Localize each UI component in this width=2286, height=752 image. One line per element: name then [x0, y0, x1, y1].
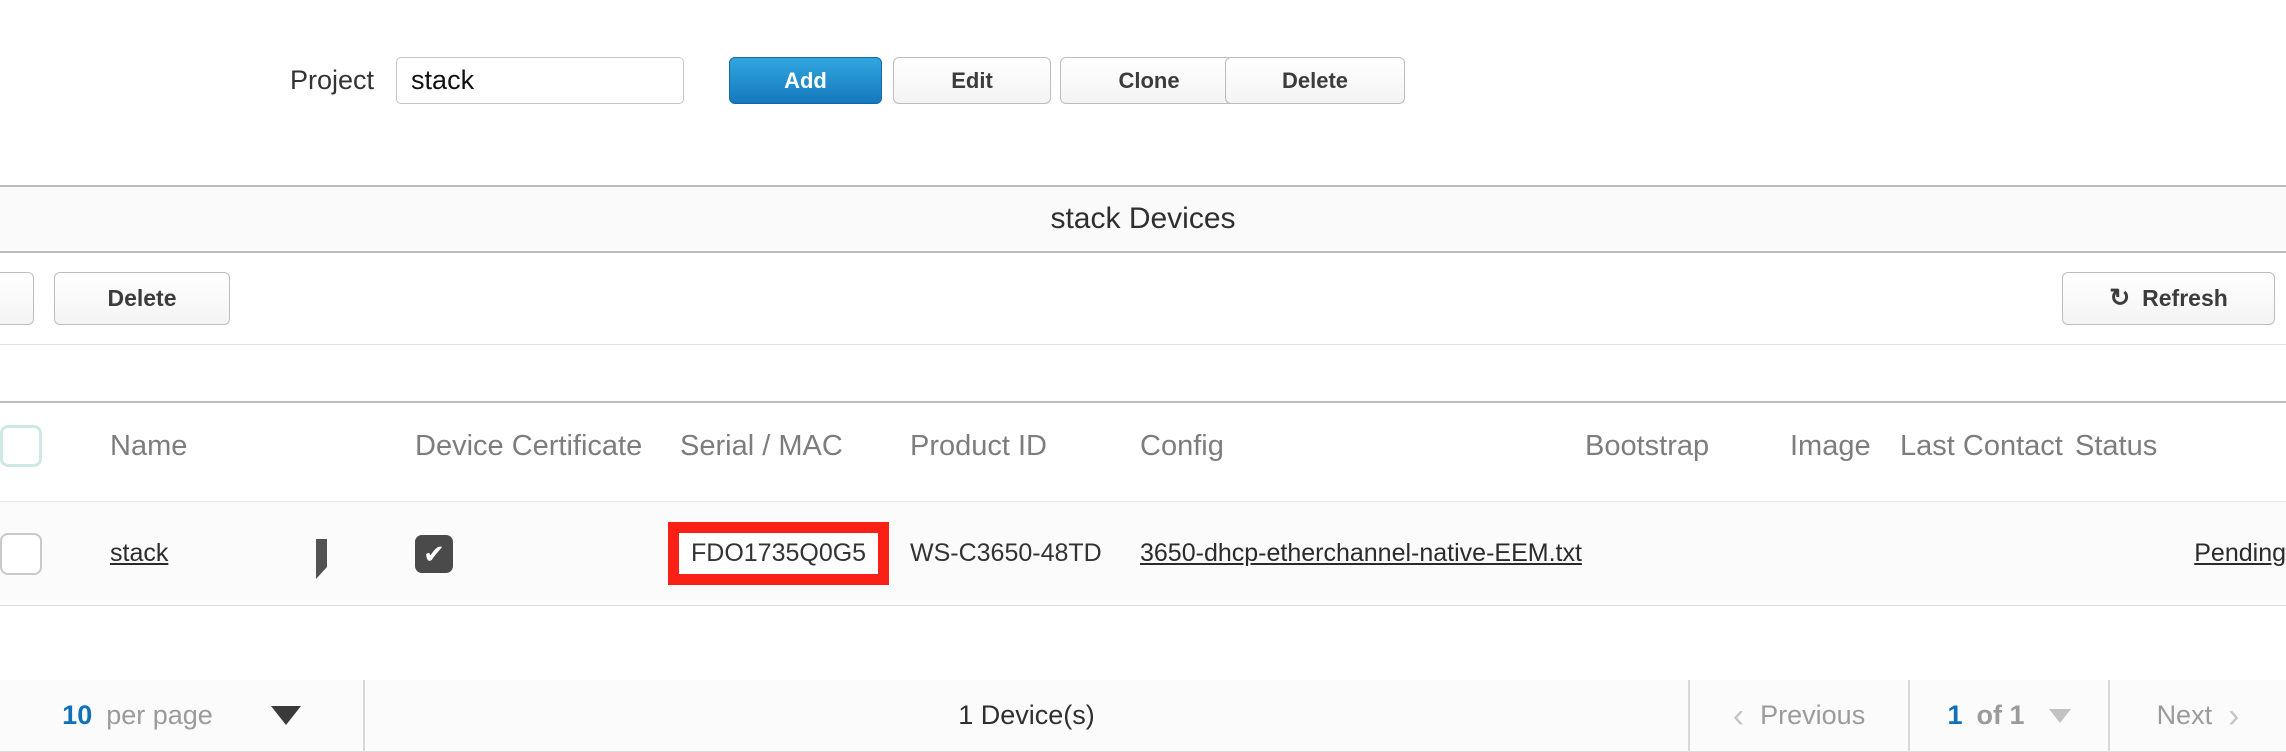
header-serial-mac[interactable]: Serial / MAC	[680, 403, 910, 502]
per-page-value: 10	[62, 700, 93, 730]
devices-table-head: Name Device Certificate Serial / MAC Pro…	[0, 403, 2286, 502]
row-status-cell: Pending	[2075, 500, 2286, 607]
row-product-id-cell: WS-C3650-48TD	[910, 500, 1140, 607]
checkbox-unchecked-icon[interactable]	[0, 532, 42, 575]
pagination-bar: 10 per page 1 Device(s) ‹ Previous 1 of …	[0, 680, 2286, 752]
row-bootstrap-cell	[1585, 500, 1790, 607]
row-stack-icon-cell	[310, 500, 415, 607]
header-bootstrap[interactable]: Bootstrap	[1585, 403, 1790, 502]
caret-down-icon[interactable]	[270, 706, 301, 725]
device-count-text: 1 Device(s)	[958, 700, 1095, 730]
device-management-page: Project Add Edit Clone Delete stack Devi…	[0, 0, 2286, 752]
previous-page-button[interactable]: ‹ Previous	[1690, 680, 1908, 751]
device-name-link[interactable]: stack	[110, 539, 168, 567]
row-select-cell[interactable]	[0, 500, 110, 607]
header-last-contact[interactable]: Last Contact	[1900, 403, 2075, 502]
page-title: stack Devices	[1050, 202, 1236, 235]
previous-page-label: Previous	[1760, 700, 1866, 730]
offscreen-button[interactable]	[0, 272, 34, 325]
row-serial-cell: FDO1735Q0G5	[668, 500, 910, 607]
section-title-bar: stack Devices	[0, 185, 2286, 253]
config-file-link[interactable]: 3650-dhcp-etherchannel-native-EEM.txt	[1140, 539, 1582, 567]
checkbox-unchecked-icon[interactable]	[0, 425, 42, 467]
row-image-cell	[1790, 500, 1900, 607]
table-spacer-strip	[0, 345, 2286, 403]
refresh-icon: ↻	[2109, 284, 2131, 312]
header-name[interactable]: Name	[110, 403, 310, 502]
serial-number-highlight: FDO1735Q0G5	[668, 522, 890, 586]
total-pages-label: of 1	[1976, 700, 2025, 730]
chevron-left-icon: ‹	[1732, 696, 1745, 735]
caret-down-icon[interactable]	[2048, 708, 2071, 723]
table-header-row: Name Device Certificate Serial / MAC Pro…	[0, 403, 2286, 502]
stack-layers-icon[interactable]	[310, 539, 344, 580]
project-field-group: Project	[290, 57, 685, 104]
page-selector[interactable]: 1 of 1	[1910, 680, 2108, 751]
project-input[interactable]	[396, 57, 685, 104]
status-badge[interactable]: Pending	[2194, 539, 2286, 567]
next-page-label: Next	[2156, 700, 2213, 730]
next-page-button[interactable]: Next ›	[2110, 680, 2286, 751]
refresh-button[interactable]: ↻ Refresh	[2062, 272, 2275, 325]
refresh-button-label: Refresh	[2142, 285, 2228, 311]
devices-table-wrapper: Name Device Certificate Serial / MAC Pro…	[0, 403, 2286, 607]
device-count-label: 1 Device(s)	[365, 680, 1688, 751]
row-last-contact-cell	[1900, 500, 2075, 607]
row-name-cell: stack	[110, 500, 310, 607]
add-button[interactable]: Add	[729, 57, 882, 104]
project-label: Project	[290, 65, 375, 95]
row-device-certificate-cell: ✔	[415, 500, 680, 607]
header-image[interactable]: Image	[1790, 403, 1900, 502]
table-row: stack ✔ FDO1735Q0G5 WS-C3650-48TD 3650-d…	[0, 500, 2286, 607]
row-config-cell: 3650-dhcp-etherchannel-native-EEM.txt	[1140, 500, 1585, 607]
edit-button[interactable]: Edit	[893, 57, 1051, 104]
per-page-label: per page	[106, 700, 213, 730]
header-config[interactable]: Config	[1140, 403, 1585, 502]
header-stack-icon-column	[310, 403, 415, 502]
chevron-right-icon: ›	[2228, 696, 2240, 735]
devices-table-body: stack ✔ FDO1735Q0G5 WS-C3650-48TD 3650-d…	[0, 500, 2286, 607]
checkbox-checked-icon: ✔	[415, 534, 453, 573]
header-product-id[interactable]: Product ID	[910, 403, 1140, 502]
delete-devices-button[interactable]: Delete	[54, 272, 230, 325]
per-page-selector[interactable]: 10 per page	[0, 680, 363, 751]
devices-table: Name Device Certificate Serial / MAC Pro…	[0, 403, 2286, 607]
current-page-number: 1	[1947, 700, 1963, 730]
delete-project-button[interactable]: Delete	[1225, 57, 1405, 104]
header-select-all[interactable]	[0, 403, 110, 502]
project-toolbar: Project Add Edit Clone Delete	[0, 0, 2286, 185]
clone-button[interactable]: Clone	[1060, 57, 1238, 104]
header-device-certificate[interactable]: Device Certificate	[415, 403, 680, 502]
table-action-bar	[0, 253, 2286, 345]
header-status[interactable]: Status	[2075, 403, 2286, 502]
